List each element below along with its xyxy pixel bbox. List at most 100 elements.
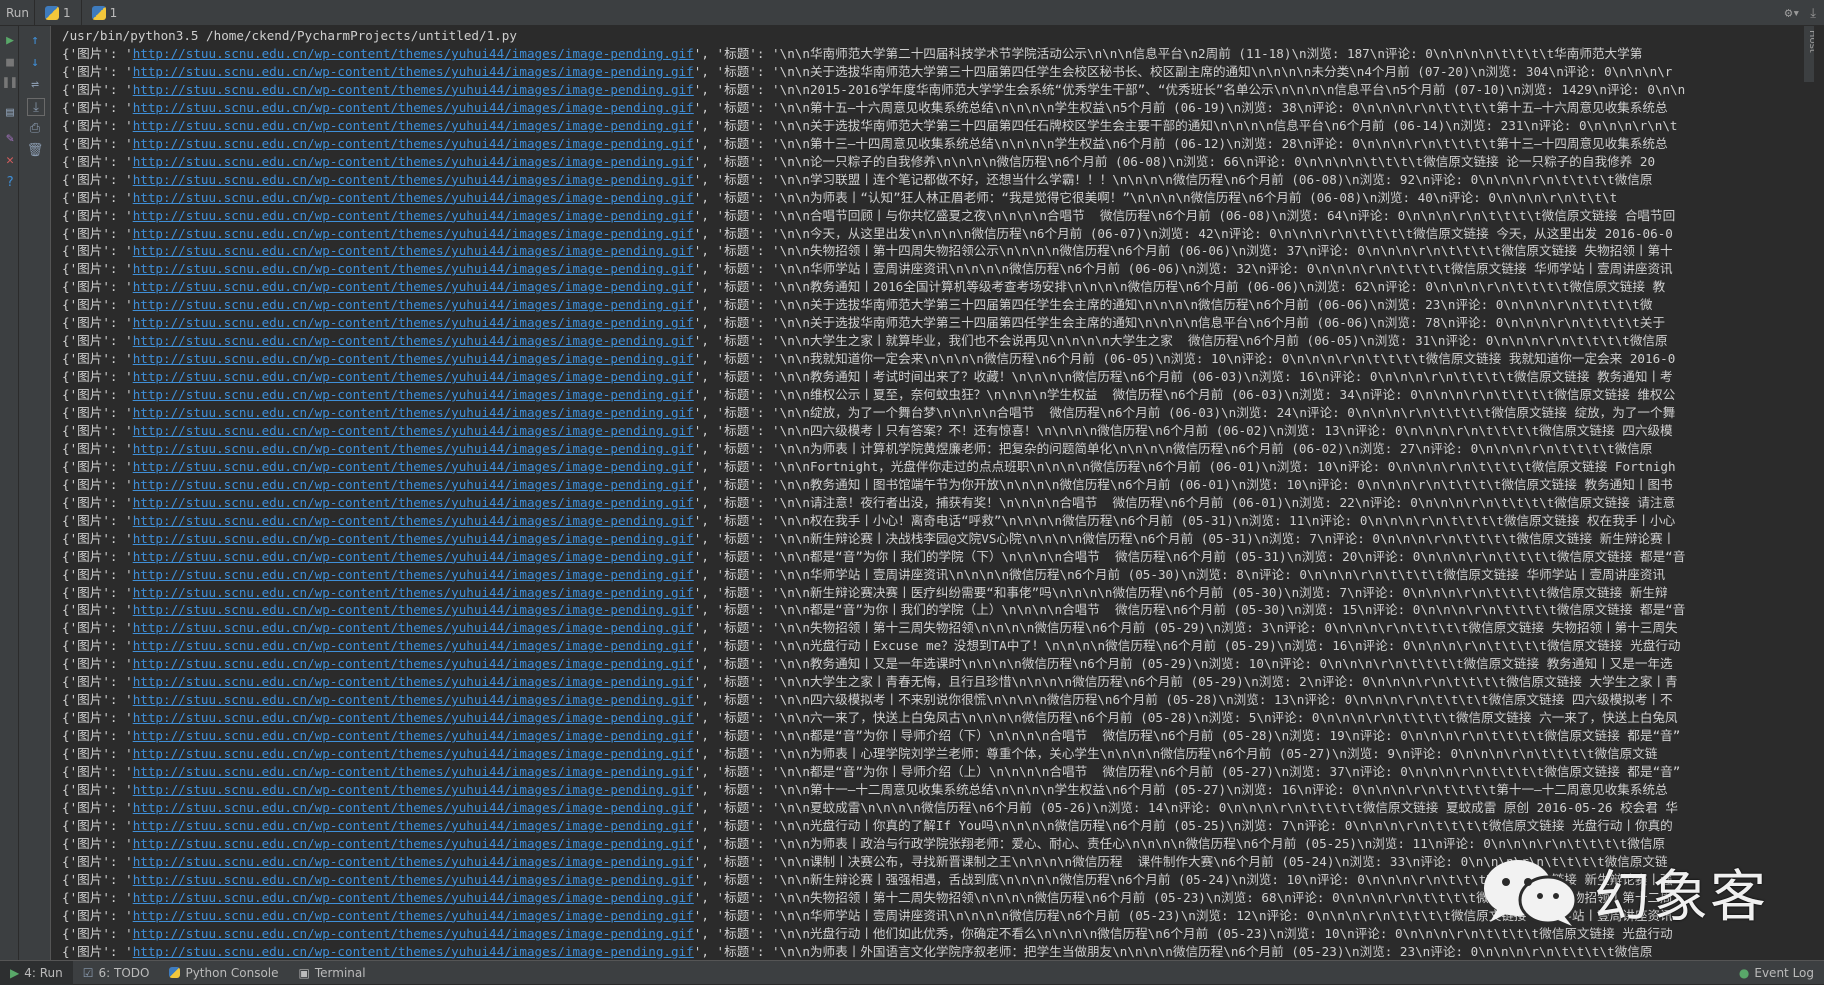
image-url-link[interactable]: http://stuu.scnu.edu.cn/wp-content/theme… <box>133 908 694 923</box>
title-value: \n\n第十一—十二周意见收集系统总结\n\n\n\n学生权益\n6个月前 (0… <box>779 781 1668 797</box>
image-url-link[interactable]: http://stuu.scnu.edu.cn/wp-content/theme… <box>133 243 694 258</box>
image-key: {'图片': ' <box>62 81 133 97</box>
image-url-link[interactable]: http://stuu.scnu.edu.cn/wp-content/theme… <box>133 172 694 187</box>
down-arrow-icon[interactable]: ↓ <box>27 54 43 70</box>
image-url-link[interactable]: http://stuu.scnu.edu.cn/wp-content/theme… <box>133 656 694 671</box>
title-key: ', '标题': ' <box>693 835 780 851</box>
image-url-link[interactable]: http://stuu.scnu.edu.cn/wp-content/theme… <box>133 602 694 617</box>
image-url-link[interactable]: http://stuu.scnu.edu.cn/wp-content/theme… <box>133 800 694 815</box>
image-url-link[interactable]: http://stuu.scnu.edu.cn/wp-content/theme… <box>133 477 694 492</box>
title-key: ', '标题': ' <box>693 153 780 169</box>
console-line: {'图片': 'http://stuu.scnu.edu.cn/wp-conte… <box>62 799 1678 817</box>
image-url-link[interactable]: http://stuu.scnu.edu.cn/wp-content/theme… <box>133 764 694 779</box>
image-url-link[interactable]: http://stuu.scnu.edu.cn/wp-content/theme… <box>133 513 694 528</box>
run-tool-window-header: Run 1 1 ⚙▾ ⤓ <box>0 0 1824 26</box>
image-url-link[interactable]: http://stuu.scnu.edu.cn/wp-content/theme… <box>133 567 694 582</box>
image-url-link[interactable]: http://stuu.scnu.edu.cn/wp-content/theme… <box>133 620 694 635</box>
image-url-link[interactable]: http://stuu.scnu.edu.cn/wp-content/theme… <box>133 136 694 151</box>
image-url-link[interactable]: http://stuu.scnu.edu.cn/wp-content/theme… <box>133 405 694 420</box>
soft-wrap-icon[interactable]: ⇌ <box>27 76 43 92</box>
image-key: {'图片': ' <box>62 225 133 241</box>
run-tab-2[interactable]: 1 <box>80 0 128 26</box>
tab-python-console[interactable]: Python Console <box>159 961 288 985</box>
image-url-link[interactable]: http://stuu.scnu.edu.cn/wp-content/theme… <box>133 728 694 743</box>
event-log-button[interactable]: ● Event Log <box>1739 961 1814 985</box>
console-scrollbar[interactable] <box>1814 26 1824 960</box>
image-key: {'图片': ' <box>62 422 133 438</box>
image-key: {'图片': ' <box>62 835 133 851</box>
title-key: ', '标题': ' <box>693 261 780 277</box>
settings-gear-icon[interactable]: ⚙▾ <box>1785 6 1801 21</box>
image-url-link[interactable]: http://stuu.scnu.edu.cn/wp-content/theme… <box>133 46 694 61</box>
image-key: {'图片': ' <box>62 315 133 331</box>
title-value: \n\n今天，从这里出发\n\n\n\n微信历程\n6个月前 (06-07)\n… <box>779 225 1673 241</box>
tab-todo[interactable]: ☑ 6: TODO <box>73 961 160 985</box>
image-url-link[interactable]: http://stuu.scnu.edu.cn/wp-content/theme… <box>133 818 694 833</box>
image-url-link[interactable]: http://stuu.scnu.edu.cn/wp-content/theme… <box>133 261 694 276</box>
image-url-link[interactable]: http://stuu.scnu.edu.cn/wp-content/theme… <box>133 351 694 366</box>
image-url-link[interactable]: http://stuu.scnu.edu.cn/wp-content/theme… <box>133 459 694 474</box>
close-icon[interactable]: ✕ <box>2 152 18 168</box>
image-url-link[interactable]: http://stuu.scnu.edu.cn/wp-content/theme… <box>133 495 694 510</box>
image-url-link[interactable]: http://stuu.scnu.edu.cn/wp-content/theme… <box>133 836 694 851</box>
image-key: {'图片': ' <box>62 405 133 420</box>
image-url-link[interactable]: http://stuu.scnu.edu.cn/wp-content/theme… <box>133 746 694 761</box>
stop-icon[interactable]: ■ <box>2 54 18 70</box>
image-url-link[interactable]: http://stuu.scnu.edu.cn/wp-content/theme… <box>133 782 694 797</box>
title-value: \n\n教务通知丨图书馆端午节为你开放\n\n\n\n微信历程\n6个月前 (0… <box>779 476 1673 492</box>
title-value: \n\n关于选拔华南师范大学第三十四届第四任学生会主席的通知\n\n\n\n微信… <box>779 297 1653 313</box>
image-url-link[interactable]: http://stuu.scnu.edu.cn/wp-content/theme… <box>133 944 694 959</box>
image-url-link[interactable]: http://stuu.scnu.edu.cn/wp-content/theme… <box>133 118 694 133</box>
image-url-link[interactable]: http://stuu.scnu.edu.cn/wp-content/theme… <box>133 333 694 348</box>
image-url-link[interactable]: http://stuu.scnu.edu.cn/wp-content/theme… <box>133 387 694 402</box>
help-icon[interactable]: ? <box>2 174 18 190</box>
pause-icon[interactable]: ❚❚ <box>2 74 18 90</box>
tab-run[interactable]: ▶ 4: Run <box>0 960 73 985</box>
image-url-link[interactable]: http://stuu.scnu.edu.cn/wp-content/theme… <box>133 297 694 312</box>
title-key: ', '标题': ' <box>693 81 780 97</box>
image-url-link[interactable]: http://stuu.scnu.edu.cn/wp-content/theme… <box>133 710 694 725</box>
image-url-link[interactable]: http://stuu.scnu.edu.cn/wp-content/theme… <box>133 64 694 79</box>
tab-terminal[interactable]: ▣ Terminal <box>289 961 376 985</box>
image-url-link[interactable]: http://stuu.scnu.edu.cn/wp-content/theme… <box>133 531 694 546</box>
image-url-link[interactable]: http://stuu.scnu.edu.cn/wp-content/theme… <box>133 279 694 294</box>
scroll-to-end-icon[interactable]: ⤓ <box>27 98 45 116</box>
rerun-icon[interactable]: ▶ <box>2 32 18 48</box>
layout-icon[interactable]: ▤ <box>2 104 18 120</box>
image-key: {'图片': ' <box>62 799 133 815</box>
image-url-link[interactable]: http://stuu.scnu.edu.cn/wp-content/theme… <box>133 692 694 707</box>
trash-icon[interactable]: 🗑 <box>27 142 44 158</box>
image-url-link[interactable]: http://stuu.scnu.edu.cn/wp-content/theme… <box>133 190 694 205</box>
image-url-link[interactable]: http://stuu.scnu.edu.cn/wp-content/theme… <box>133 208 694 223</box>
run-tab-1[interactable]: 1 <box>34 0 81 26</box>
image-key: {'图片': ' <box>62 207 133 223</box>
image-url-link[interactable]: http://stuu.scnu.edu.cn/wp-content/theme… <box>133 854 694 869</box>
image-url-link[interactable]: http://stuu.scnu.edu.cn/wp-content/theme… <box>133 315 694 330</box>
image-url-link[interactable]: http://stuu.scnu.edu.cn/wp-content/theme… <box>133 926 694 941</box>
image-url-link[interactable]: http://stuu.scnu.edu.cn/wp-content/theme… <box>133 674 694 689</box>
title-key: ', '标题': ' <box>693 674 780 690</box>
pin-icon[interactable]: ✎ <box>2 130 18 146</box>
image-url-link[interactable]: http://stuu.scnu.edu.cn/wp-content/theme… <box>133 100 694 115</box>
print-icon[interactable]: ⎙ <box>27 120 43 136</box>
image-url-link[interactable]: http://stuu.scnu.edu.cn/wp-content/theme… <box>133 549 694 564</box>
console-line: {'图片': 'http://stuu.scnu.edu.cn/wp-conte… <box>62 225 1673 243</box>
image-key: {'图片': ' <box>62 871 133 887</box>
console-line: {'图片': 'http://stuu.scnu.edu.cn/wp-conte… <box>62 889 1673 907</box>
image-url-link[interactable]: http://stuu.scnu.edu.cn/wp-content/theme… <box>133 82 694 97</box>
image-key: {'图片': ' <box>62 925 133 941</box>
hide-panel-icon[interactable]: ⤓ <box>1810 6 1816 21</box>
image-url-link[interactable]: http://stuu.scnu.edu.cn/wp-content/theme… <box>133 872 694 887</box>
console-line: {'图片': 'http://stuu.scnu.edu.cn/wp-conte… <box>62 619 1678 637</box>
image-url-link[interactable]: http://stuu.scnu.edu.cn/wp-content/theme… <box>133 441 694 456</box>
image-url-link[interactable]: http://stuu.scnu.edu.cn/wp-content/theme… <box>133 638 694 653</box>
image-url-link[interactable]: http://stuu.scnu.edu.cn/wp-content/theme… <box>133 585 694 600</box>
up-arrow-icon[interactable]: ↑ <box>27 32 43 48</box>
image-url-link[interactable]: http://stuu.scnu.edu.cn/wp-content/theme… <box>133 369 694 384</box>
image-url-link[interactable]: http://stuu.scnu.edu.cn/wp-content/theme… <box>133 890 694 905</box>
image-url-link[interactable]: http://stuu.scnu.edu.cn/wp-content/theme… <box>133 226 694 241</box>
tab-python-console-label: Python Console <box>185 965 279 980</box>
image-url-link[interactable]: http://stuu.scnu.edu.cn/wp-content/theme… <box>133 154 694 169</box>
console-output[interactable]: /usr/bin/python3.5 /home/ckend/PycharmPr… <box>52 26 1800 960</box>
image-url-link[interactable]: http://stuu.scnu.edu.cn/wp-content/theme… <box>133 423 694 438</box>
